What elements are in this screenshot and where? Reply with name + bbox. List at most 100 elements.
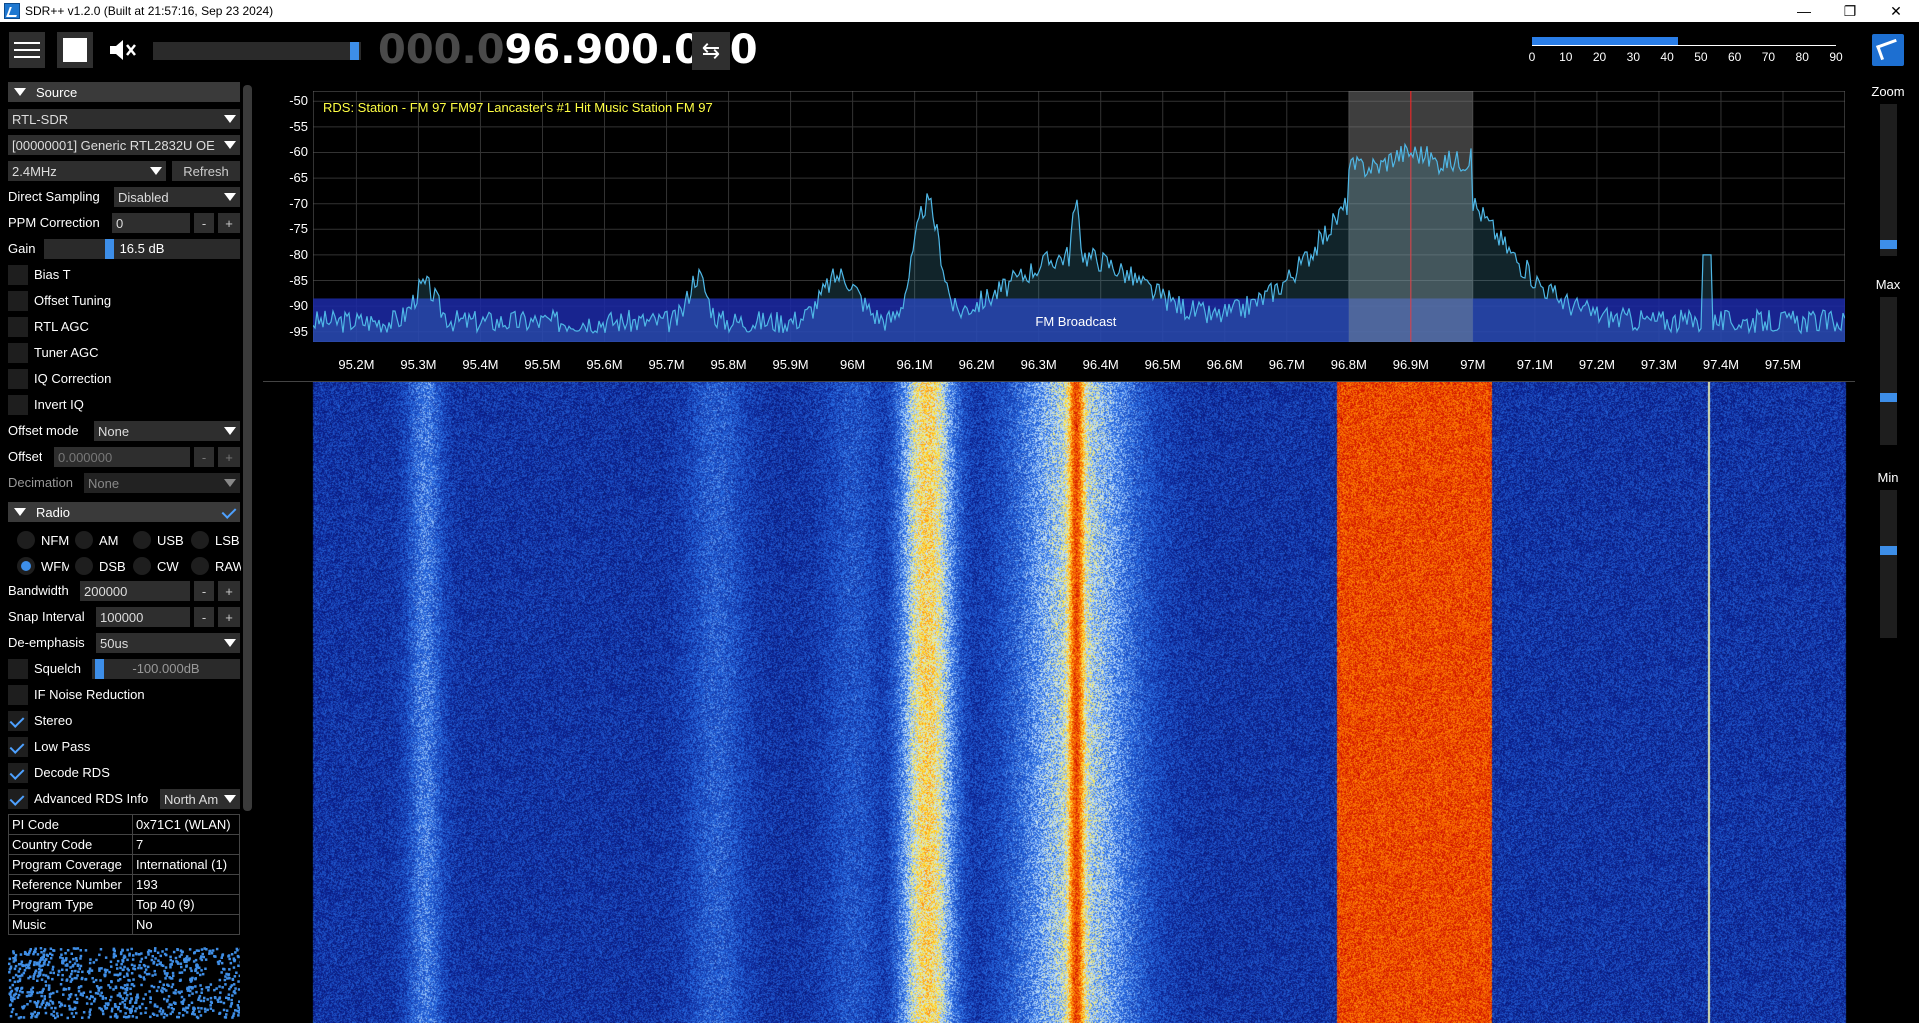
offset-plus-button[interactable]: + xyxy=(218,447,240,467)
radio-header-label: Radio xyxy=(36,504,70,520)
bias-t-checkbox[interactable] xyxy=(8,265,28,285)
rds-region-select[interactable]: North Am xyxy=(160,789,240,809)
squelch-checkbox[interactable] xyxy=(8,659,28,679)
offset-minus-button[interactable]: - xyxy=(194,447,214,467)
if-noise-reduction-checkbox[interactable] xyxy=(8,685,28,705)
rds-info-key: Music xyxy=(8,914,133,935)
fft-x-tick-label: 95.5M xyxy=(524,357,561,372)
frequency-leading-digits[interactable]: 000.0 xyxy=(378,27,505,73)
rds-info-value: International (1) xyxy=(132,854,240,875)
bandwidth-plus-button[interactable]: + xyxy=(218,581,240,601)
direct-sampling-select[interactable]: Disabled xyxy=(114,187,240,207)
refresh-button[interactable]: Refresh xyxy=(172,161,240,181)
zoom-slider-knob[interactable] xyxy=(1880,240,1897,249)
direct-sampling-label: Direct Sampling xyxy=(8,189,100,204)
ppm-correction-input[interactable]: 0 xyxy=(112,213,190,233)
ppm-plus-button[interactable]: + xyxy=(218,213,240,233)
close-button[interactable]: ✕ xyxy=(1873,0,1919,22)
maximize-button[interactable]: ❐ xyxy=(1827,0,1873,22)
band-plan-label: FM Broadcast xyxy=(1035,314,1117,329)
rds-info-row: Music No xyxy=(8,914,240,935)
collapse-triangle-icon xyxy=(14,88,26,96)
decode-rds-label: Decode RDS xyxy=(34,765,110,780)
play-stop-button[interactable] xyxy=(57,32,93,68)
min-slider-knob[interactable] xyxy=(1880,546,1897,555)
iq-correction-checkbox[interactable] xyxy=(8,369,28,389)
volume-slider-knob[interactable] xyxy=(350,42,359,60)
mode-radio-am[interactable] xyxy=(75,531,93,549)
max-slider-knob[interactable] xyxy=(1880,393,1897,402)
bandwidth-minus-button[interactable]: - xyxy=(194,581,214,601)
rds-info-value: No xyxy=(132,914,240,935)
device-serial-select[interactable]: [00000001] Generic RTL2832U OE xyxy=(8,135,240,155)
offset-input[interactable]: 0.000000 xyxy=(54,447,190,467)
snap-plus-button[interactable]: + xyxy=(218,607,240,627)
offset-tuning-checkbox[interactable] xyxy=(8,291,28,311)
sdrpp-app-icon xyxy=(4,3,20,19)
fft-x-tick-label: 95.6M xyxy=(586,357,623,372)
source-device-select[interactable]: RTL-SDR xyxy=(8,109,240,129)
mode-radio-raw[interactable] xyxy=(191,557,209,575)
offset-mode-select[interactable]: None xyxy=(94,421,240,441)
rds-info-key: Program Type xyxy=(8,894,133,915)
snr-tick-label: 80 xyxy=(1795,50,1809,64)
max-slider[interactable] xyxy=(1880,297,1897,445)
fft-plot[interactable] xyxy=(313,91,1845,342)
deemphasis-select[interactable]: 50us xyxy=(96,633,240,653)
min-slider[interactable] xyxy=(1880,490,1897,638)
side-menu-scrollbar[interactable] xyxy=(243,85,252,811)
samplerate-select[interactable]: 2.4MHz xyxy=(8,161,166,181)
mode-radio-lsb[interactable] xyxy=(191,531,209,549)
minimize-button[interactable]: — xyxy=(1781,0,1827,22)
stereo-checkbox[interactable] xyxy=(8,711,28,731)
mode-radio-cw[interactable] xyxy=(133,557,151,575)
mode-radio-usb[interactable] xyxy=(133,531,151,549)
fft-y-tick-label: -85 xyxy=(289,272,308,288)
radio-enable-checkmark-icon[interactable] xyxy=(220,502,240,522)
fft-y-tick-label: -50 xyxy=(289,93,308,109)
waterfall-display[interactable] xyxy=(263,382,1855,1023)
rtl-agc-checkbox[interactable] xyxy=(8,317,28,337)
swap-direction-button[interactable]: ⇆ xyxy=(692,32,730,70)
low-pass-checkbox[interactable] xyxy=(8,737,28,757)
fft-y-tick-label: -70 xyxy=(289,195,308,211)
offset-value: 0.000000 xyxy=(58,449,113,465)
ppm-minus-button[interactable]: - xyxy=(194,213,214,233)
source-header-label: Source xyxy=(36,84,78,100)
invert-iq-checkbox[interactable] xyxy=(8,395,28,415)
device-serial-value: [00000001] Generic RTL2832U OE xyxy=(12,137,215,153)
decode-rds-checkbox[interactable] xyxy=(8,763,28,783)
sdrpp-logo-icon[interactable] xyxy=(1872,34,1904,66)
snap-interval-input[interactable]: 100000 xyxy=(96,607,190,627)
gain-slider[interactable]: 16.5 dB xyxy=(44,239,240,259)
menu-button[interactable] xyxy=(9,32,45,68)
fft-x-tick-label: 97.1M xyxy=(1516,357,1553,372)
advanced-rds-checkbox[interactable] xyxy=(8,789,28,809)
gain-value: 16.5 dB xyxy=(119,241,165,256)
mode-label-dsb: DSB xyxy=(99,559,126,574)
snap-interval-label: Snap Interval xyxy=(8,609,85,624)
mode-radio-wfm[interactable] xyxy=(17,557,35,575)
bandwidth-input[interactable]: 200000 xyxy=(80,581,190,601)
source-header[interactable]: Source xyxy=(8,82,240,102)
volume-slider[interactable] xyxy=(153,42,361,60)
snr-meter-ticks: 0 10 20 30 40 50 60 70 80 90 xyxy=(1529,50,1843,70)
if-noise-reduction-label: IF Noise Reduction xyxy=(34,687,145,702)
zoom-slider[interactable] xyxy=(1880,104,1897,256)
mode-radio-dsb[interactable] xyxy=(75,557,93,575)
fft-y-tick-label: -75 xyxy=(289,221,308,237)
snap-minus-button[interactable]: - xyxy=(194,607,214,627)
squelch-slider[interactable]: -100.000dB xyxy=(92,659,240,679)
mode-radio-nfm[interactable] xyxy=(17,531,35,549)
snr-meter-fill xyxy=(1532,37,1678,45)
decimation-select[interactable]: None xyxy=(84,473,240,493)
chevron-down-icon xyxy=(224,479,236,487)
bandwidth-value: 200000 xyxy=(84,583,128,599)
mute-button[interactable] xyxy=(105,32,141,68)
offset-mode-label: Offset mode xyxy=(8,423,79,438)
rds-info-key: PI Code xyxy=(8,814,133,835)
rtl-agc-label: RTL AGC xyxy=(34,319,89,334)
fft-y-tick-label: -65 xyxy=(289,170,308,186)
tuner-agc-checkbox[interactable] xyxy=(8,343,28,363)
radio-header[interactable]: Radio xyxy=(8,502,240,522)
